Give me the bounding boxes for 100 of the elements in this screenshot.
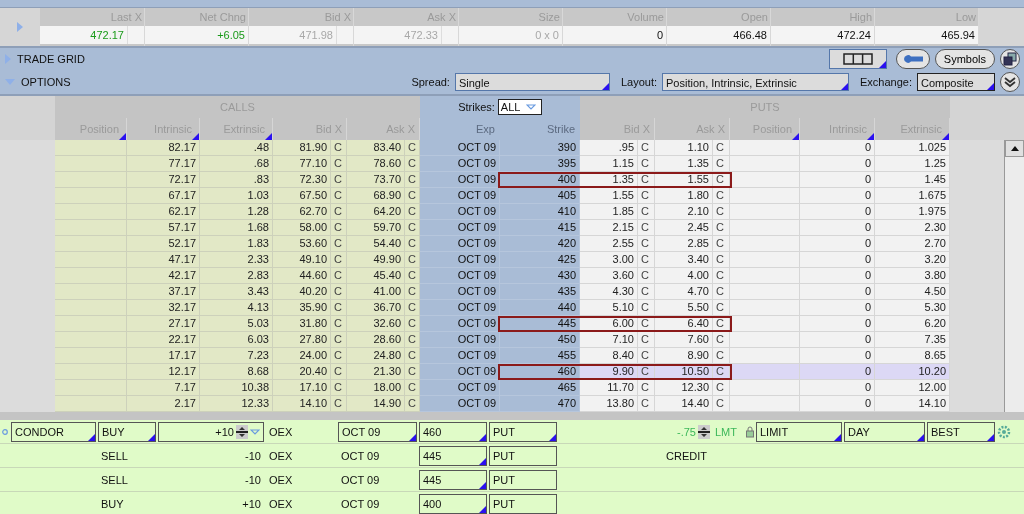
- table-cell[interactable]: 1.55: [580, 188, 638, 204]
- table-cell[interactable]: 78.60: [347, 156, 405, 172]
- table-cell[interactable]: 4.00: [655, 268, 713, 284]
- strike-dropdown[interactable]: 400: [419, 493, 487, 514]
- spinner-icon[interactable]: [698, 424, 710, 439]
- type-dropdown[interactable]: PUT: [489, 493, 557, 514]
- table-cell[interactable]: 11.70: [580, 380, 638, 396]
- grid-layout-button[interactable]: [828, 49, 887, 69]
- expiry-dropdown[interactable]: OCT 09: [338, 421, 417, 442]
- table-cell[interactable]: 24.80: [347, 348, 405, 364]
- table-cell[interactable]: 3.60: [580, 268, 638, 284]
- caret-icon[interactable]: [250, 428, 260, 435]
- gear-icon[interactable]: [997, 424, 1011, 439]
- detach-button[interactable]: [1000, 49, 1020, 69]
- table-cell[interactable]: 2.55: [580, 236, 638, 252]
- table-cell[interactable]: 5.50: [655, 300, 713, 316]
- tif-dropdown[interactable]: DAY: [844, 421, 925, 442]
- table-cell[interactable]: 20.40: [273, 364, 331, 380]
- table-cell[interactable]: 40.20: [273, 284, 331, 300]
- spread-dropdown[interactable]: Single: [454, 73, 610, 91]
- table-cell[interactable]: 1.10: [655, 140, 713, 156]
- table-cell[interactable]: 83.40: [347, 140, 405, 156]
- table-cell[interactable]: 14.90: [347, 396, 405, 412]
- table-cell[interactable]: 1.85: [580, 204, 638, 220]
- exchange-dropdown[interactable]: BEST: [927, 421, 995, 442]
- table-cell[interactable]: 67.50: [273, 188, 331, 204]
- table-cell: C: [405, 284, 420, 300]
- table-cell[interactable]: 21.30: [347, 364, 405, 380]
- layout-dropdown[interactable]: Position, Intrinsic, Extrinsic: [662, 73, 849, 91]
- table-cell[interactable]: 68.90: [347, 188, 405, 204]
- type-dropdown[interactable]: PUT: [489, 445, 557, 466]
- table-cell[interactable]: 7.60: [655, 332, 713, 348]
- table-cell[interactable]: 8.40: [580, 348, 638, 364]
- table-cell[interactable]: 7.10: [580, 332, 638, 348]
- table-cell: [730, 220, 800, 236]
- table-cell[interactable]: 53.60: [273, 236, 331, 252]
- table-cell[interactable]: 45.40: [347, 268, 405, 284]
- table-cell[interactable]: 54.40: [347, 236, 405, 252]
- symbols-button[interactable]: Symbols: [934, 49, 995, 69]
- strike-dropdown[interactable]: 460: [419, 421, 487, 442]
- table-cell[interactable]: 44.60: [273, 268, 331, 284]
- table-cell: .48: [200, 140, 273, 156]
- order-type-dropdown[interactable]: LIMIT: [756, 421, 842, 442]
- table-cell[interactable]: 17.10: [273, 380, 331, 396]
- quantity-field[interactable]: +10: [158, 421, 264, 442]
- type-dropdown[interactable]: PUT: [489, 421, 557, 442]
- table-cell[interactable]: 3.40: [655, 252, 713, 268]
- expand-all-button[interactable]: [1000, 72, 1020, 92]
- table-cell[interactable]: 62.70: [273, 204, 331, 220]
- table-cell[interactable]: 1.80: [655, 188, 713, 204]
- radio-dot-icon[interactable]: [2, 428, 8, 435]
- exchange-dropdown[interactable]: Composite: [917, 73, 995, 91]
- spinner-icon[interactable]: [236, 424, 248, 439]
- table-cell[interactable]: 49.10: [273, 252, 331, 268]
- section-title[interactable]: OPTIONS: [21, 76, 71, 88]
- table-cell[interactable]: 13.80: [580, 396, 638, 412]
- table-cell[interactable]: 14.40: [655, 396, 713, 412]
- table-cell[interactable]: 31.80: [273, 316, 331, 332]
- table-cell[interactable]: 12.30: [655, 380, 713, 396]
- table-cell[interactable]: 24.00: [273, 348, 331, 364]
- table-cell[interactable]: 1.15: [580, 156, 638, 172]
- table-cell[interactable]: 49.90: [347, 252, 405, 268]
- wrench-button[interactable]: [895, 49, 930, 69]
- table-cell[interactable]: 8.90: [655, 348, 713, 364]
- table-cell[interactable]: 28.60: [347, 332, 405, 348]
- strike-dropdown[interactable]: 445: [419, 445, 487, 466]
- scroll-up-button[interactable]: [1005, 140, 1024, 157]
- scrollbar[interactable]: [1004, 140, 1024, 412]
- strikes-dropdown[interactable]: ALL: [497, 99, 542, 115]
- side-dropdown[interactable]: BUY: [98, 421, 156, 442]
- table-cell[interactable]: 2.10: [655, 204, 713, 220]
- table-cell[interactable]: 58.00: [273, 220, 331, 236]
- table-cell[interactable]: 4.70: [655, 284, 713, 300]
- table-cell[interactable]: 3.00: [580, 252, 638, 268]
- table-cell[interactable]: .95: [580, 140, 638, 156]
- table-cell[interactable]: 72.30: [273, 172, 331, 188]
- table-cell[interactable]: 2.45: [655, 220, 713, 236]
- table-cell[interactable]: 73.70: [347, 172, 405, 188]
- type-dropdown[interactable]: PUT: [489, 469, 557, 490]
- strike-dropdown[interactable]: 445: [419, 469, 487, 490]
- table-cell[interactable]: 4.30: [580, 284, 638, 300]
- section-title[interactable]: TRADE GRID: [17, 53, 85, 65]
- table-cell[interactable]: 14.10: [273, 396, 331, 412]
- table-cell[interactable]: 2.85: [655, 236, 713, 252]
- table-cell[interactable]: 77.10: [273, 156, 331, 172]
- table-cell[interactable]: 27.80: [273, 332, 331, 348]
- table-cell[interactable]: 1.35: [655, 156, 713, 172]
- table-cell[interactable]: 59.70: [347, 220, 405, 236]
- table-cell[interactable]: 32.60: [347, 316, 405, 332]
- table-cell[interactable]: 2.15: [580, 220, 638, 236]
- table-cell[interactable]: 36.70: [347, 300, 405, 316]
- table-cell[interactable]: 18.00: [347, 380, 405, 396]
- lock-icon[interactable]: [746, 425, 754, 438]
- table-cell: 410: [500, 204, 580, 220]
- table-cell[interactable]: 41.00: [347, 284, 405, 300]
- table-cell[interactable]: 64.20: [347, 204, 405, 220]
- spread-dropdown[interactable]: CONDOR: [11, 421, 96, 442]
- table-cell[interactable]: 35.90: [273, 300, 331, 316]
- table-cell[interactable]: 5.10: [580, 300, 638, 316]
- table-cell[interactable]: 81.90: [273, 140, 331, 156]
